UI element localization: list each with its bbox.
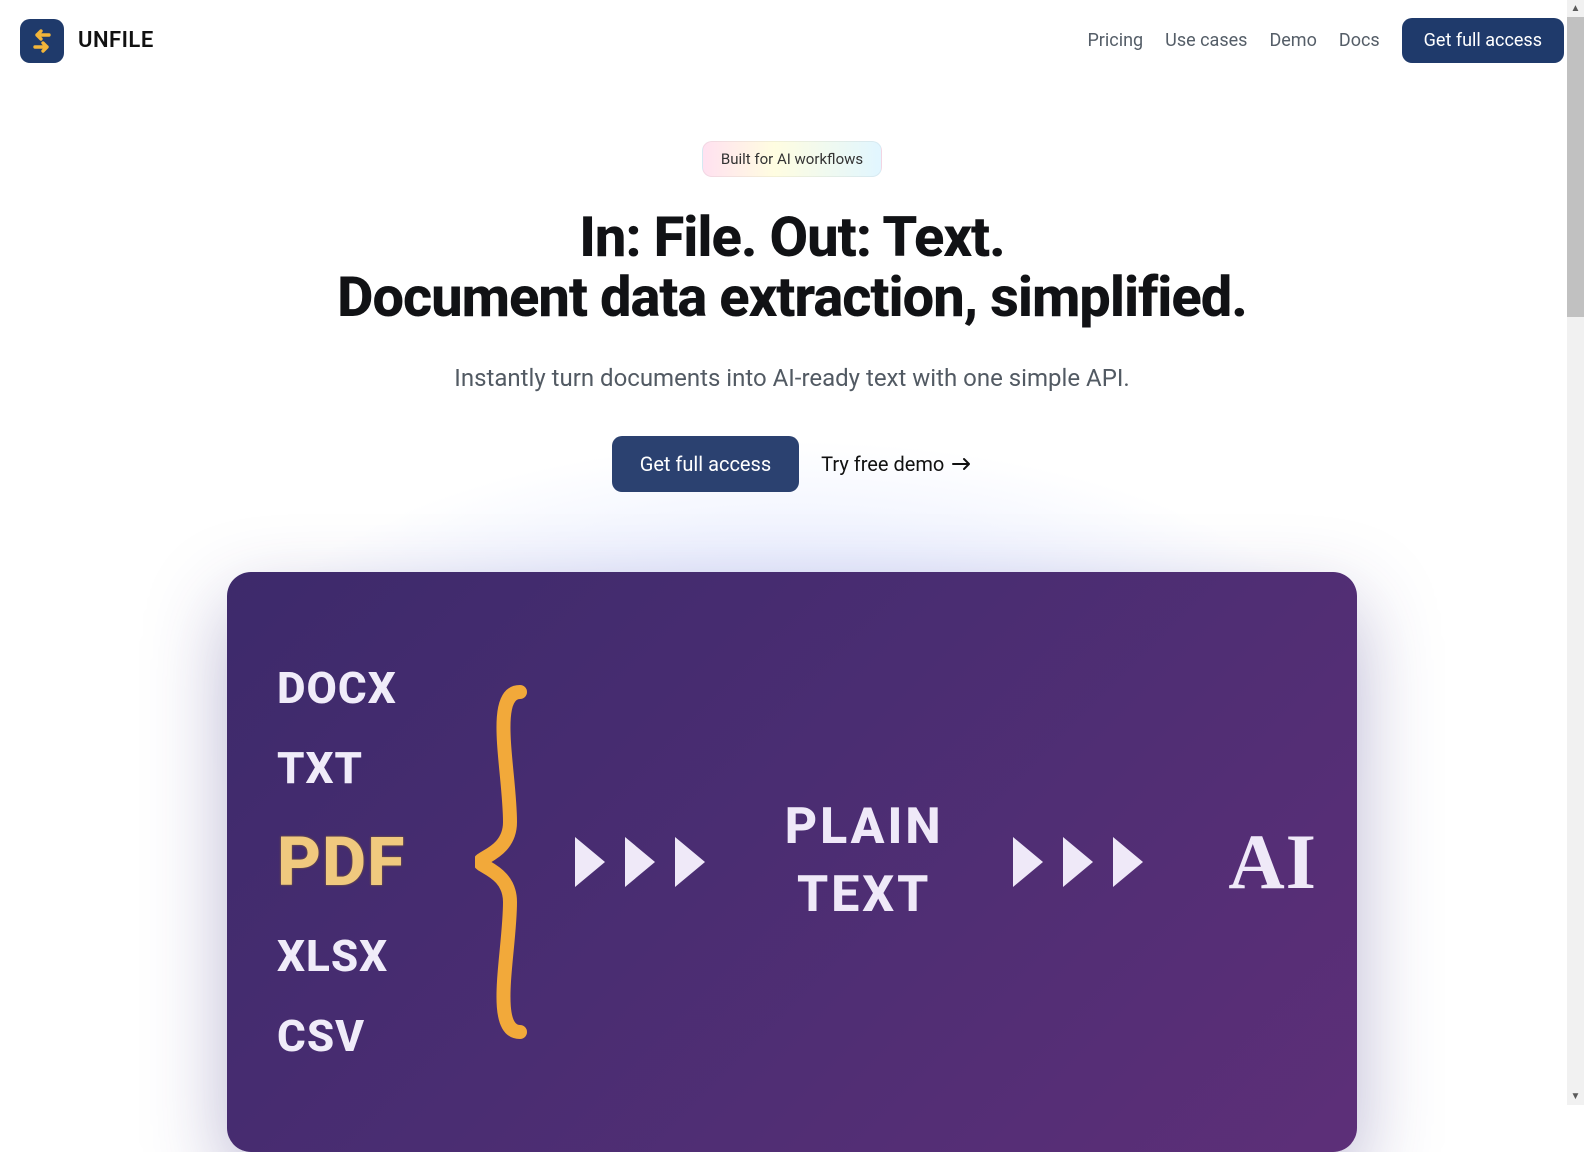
scroll-up-icon[interactable]: ▲ [1567,0,1584,17]
format-xlsx: XLSX [277,930,471,982]
hero-cta-secondary-label: Try free demo [821,452,944,476]
format-csv: CSV [277,1010,471,1062]
logo-icon [20,19,64,63]
scroll-down-icon[interactable]: ▼ [1567,1088,1584,1105]
hero-heading-line2: Document data extraction, simplified. [337,264,1247,330]
format-txt: TXT [277,742,471,794]
brace-icon [471,682,540,1042]
vertical-scrollbar[interactable]: ▲ ▼ [1567,0,1584,1105]
arrows-left-icon [570,827,720,897]
format-docx: DOCX [277,662,471,714]
site-header: UNFILE Pricing Use cases Demo Docs Get f… [0,0,1584,81]
format-list: DOCX TXT PDF XLSX CSV [277,662,471,1062]
hero-subhead: Instantly turn documents into AI-ready t… [454,364,1129,392]
hero-badge: Built for AI workflows [702,141,882,177]
hero-diagram: DOCX TXT PDF XLSX CSV PLAIN TEXT [227,572,1357,1152]
scroll-thumb[interactable] [1567,17,1584,317]
nav-pricing[interactable]: Pricing [1087,30,1143,51]
hero-section: Built for AI workflows In: File. Out: Te… [0,81,1584,1152]
nav-demo[interactable]: Demo [1269,30,1316,51]
nav-docs[interactable]: Docs [1339,30,1380,51]
plain-text-label: PLAIN TEXT [750,794,978,929]
hero-heading-line1: In: File. Out: Text. [579,204,1005,270]
nav-usecases[interactable]: Use cases [1165,30,1247,51]
arrows-right-icon [1008,827,1158,897]
plain-label: PLAIN [785,798,944,856]
hero-heading: In: File. Out: Text. Document data extra… [337,207,1247,328]
main-nav: Pricing Use cases Demo Docs Get full acc… [1087,18,1564,63]
nav-cta-button[interactable]: Get full access [1402,18,1564,63]
hero-cta-row: Get full access Try free demo [612,436,973,492]
format-pdf: PDF [277,822,471,902]
brand-block[interactable]: UNFILE [20,19,154,63]
arrow-right-icon [952,452,972,476]
hero-cta-secondary[interactable]: Try free demo [821,452,972,476]
ai-label: AI [1228,817,1317,907]
brand-name: UNFILE [78,28,154,53]
text-label: TEXT [797,866,931,924]
hero-cta-primary[interactable]: Get full access [612,436,799,492]
